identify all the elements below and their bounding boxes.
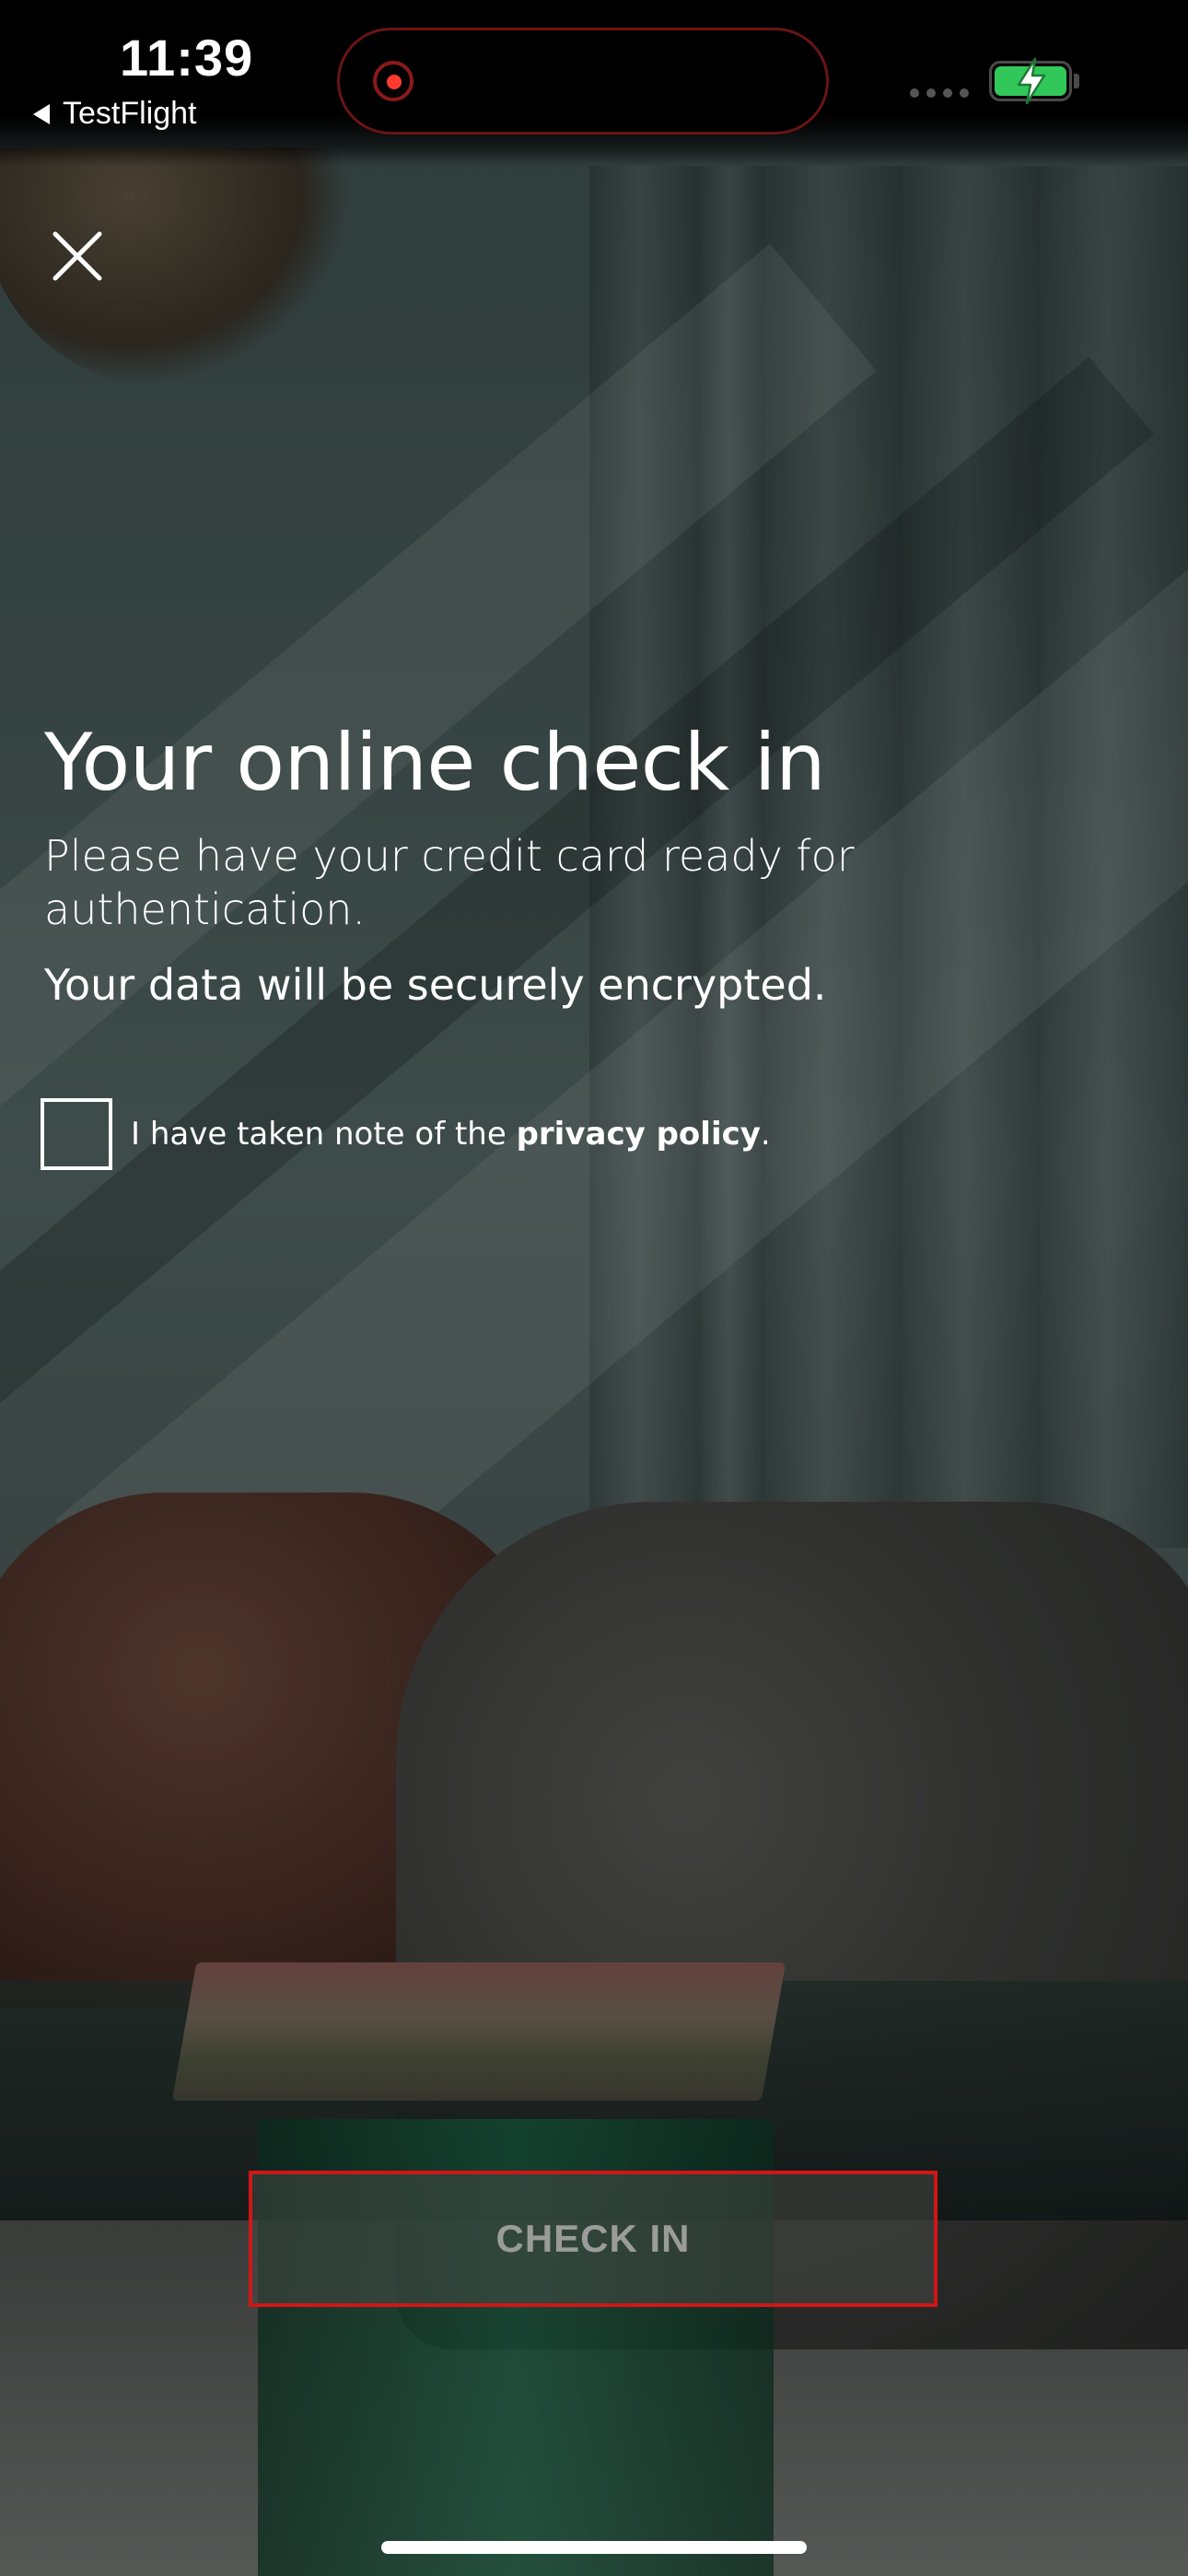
dynamic-island xyxy=(337,28,829,135)
back-triangle-icon xyxy=(33,103,50,124)
privacy-consent-checkbox[interactable] xyxy=(41,1098,112,1170)
privacy-policy-link[interactable]: privacy policy xyxy=(517,1116,761,1153)
check-in-label: CHECK IN xyxy=(495,2217,691,2260)
charging-bolt-icon xyxy=(1017,57,1046,105)
close-button[interactable] xyxy=(46,225,109,287)
home-indicator[interactable] xyxy=(381,2541,807,2554)
check-in-button[interactable]: CHECK IN xyxy=(249,2171,938,2307)
status-time: 11:39 xyxy=(120,29,254,87)
privacy-consent-row: I have taken note of the privacy policy. xyxy=(41,1098,771,1170)
status-bar: 11:39 TestFlight xyxy=(0,0,1188,166)
privacy-consent-text: I have taken note of the privacy policy. xyxy=(131,1116,771,1153)
consent-suffix: . xyxy=(760,1116,771,1153)
back-app-label: TestFlight xyxy=(63,96,197,131)
recording-dot-icon xyxy=(373,61,413,101)
page-title: Your online check in xyxy=(44,717,826,809)
encryption-note: Your data will be securely encrypted. xyxy=(44,960,827,1010)
check-in-screen: 11:39 TestFlight Your online check in Pl… xyxy=(0,0,1188,2576)
credit-card-note: Please have your credit card ready for a… xyxy=(44,831,855,934)
consent-prefix: I have taken note of the xyxy=(131,1116,517,1153)
back-to-app-link[interactable]: TestFlight xyxy=(33,96,197,132)
signal-icon xyxy=(910,88,969,98)
close-icon xyxy=(52,231,102,281)
